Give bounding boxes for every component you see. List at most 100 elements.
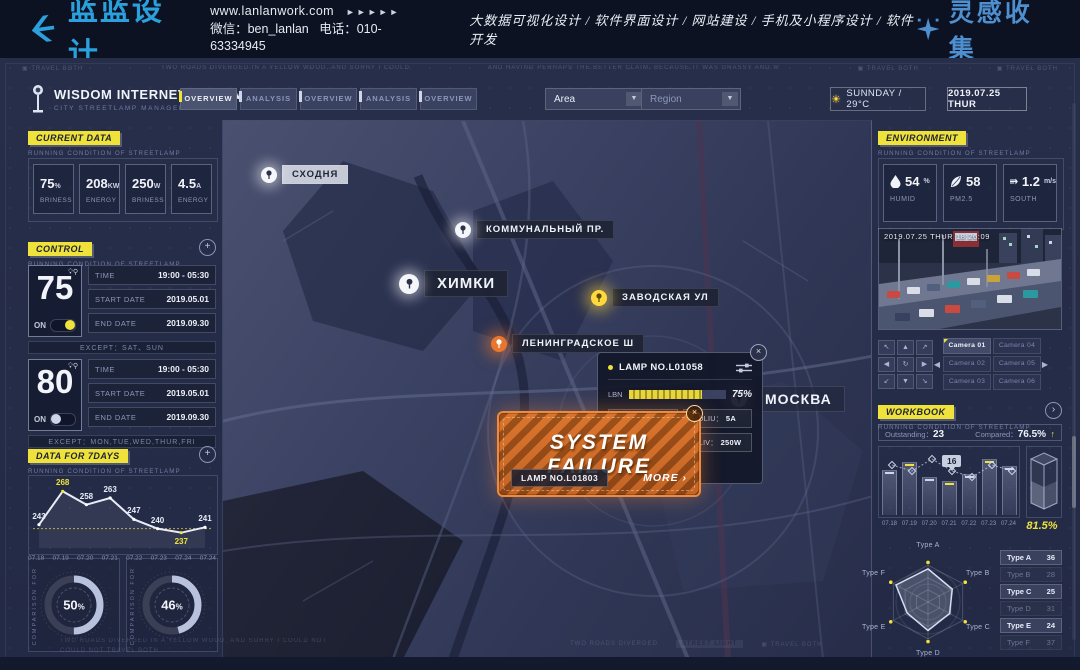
camera-feed[interactable]: 2019.07.25 THUR 18:26:09 [878, 228, 1062, 330]
reset-view-button[interactable]: ↻ [897, 357, 914, 372]
pin-label: МОСКВА [752, 386, 845, 412]
chevron-down-icon[interactable]: ▼ [626, 92, 642, 106]
map-pin-skhodnya[interactable]: СХОДНЯ [261, 165, 348, 184]
pan-up-left-button[interactable]: ↖ [878, 340, 895, 355]
scrollbar-handle[interactable] [1072, 436, 1076, 508]
brightness-progress-bar[interactable] [629, 390, 726, 399]
weather-text: SUNNDAY / 29°C [846, 88, 925, 110]
decor-bottom-left: TWO ROADS DIVERGED IN A YELLOW WOOD, AND… [60, 636, 420, 656]
type-row-d[interactable]: Type D31 [1000, 601, 1062, 616]
collect-text: 灵感收集 [949, 0, 1054, 65]
line-chart-value: 241 [198, 514, 211, 523]
camera-list-prev-icon[interactable]: ◀ [933, 360, 941, 369]
lamp-pin-icon [591, 290, 607, 306]
close-icon[interactable]: × [750, 344, 767, 361]
expand-chart-button[interactable]: + [199, 446, 216, 463]
droplet-icon [890, 175, 901, 188]
close-icon[interactable]: × [686, 405, 703, 422]
type-row-f[interactable]: Type F37 [1000, 635, 1062, 650]
tab-overview-2[interactable]: OVERVIEW [300, 88, 357, 110]
compared-label: Compared： [975, 430, 1018, 439]
pin-label: ЛЕНИНГРАДСКОЕ Ш [512, 334, 644, 353]
add-schedule-button[interactable]: + [199, 239, 216, 256]
pan-down-right-button[interactable]: ↘ [916, 374, 933, 389]
tab-analysis-2[interactable]: ANALYSIS [360, 88, 417, 110]
row-label: TIME [95, 365, 115, 374]
bar-chart-x-axis: 07.1807.1907.2007.2107.2207.2307.24 [878, 521, 1020, 527]
region-dropdown[interactable]: Region ▼ [641, 88, 741, 110]
env-label: HUMID [890, 196, 936, 203]
row-value: 2019.09.30 [166, 412, 209, 422]
leaf-icon [950, 175, 962, 188]
up-arrow-icon: ↑ [1051, 429, 1056, 439]
workbook-expand-button[interactable]: › [1045, 402, 1062, 419]
pan-down-button[interactable]: ▼ [897, 374, 914, 389]
gauge-label: COMPARISON FOR [32, 567, 38, 645]
area-dropdown[interactable]: Area ▼ [545, 88, 645, 110]
lbn-percent: 75% [732, 389, 752, 400]
bar-tooltip: 16 [942, 455, 961, 467]
camera-item-01[interactable]: Camera 01 [943, 338, 991, 354]
type-row-a[interactable]: Type A36 [1000, 550, 1062, 565]
area-dropdown-value: Area [554, 94, 575, 105]
tab-overview-1[interactable]: OVERVIEW [180, 88, 237, 110]
traffic-scene [879, 229, 1061, 329]
power-toggle[interactable] [50, 413, 76, 426]
city-map[interactable]: СХОДНЯ КОММУНАЛЬНЫЙ ПР. ХИМКИ ЗАВОДСКАЯ … [222, 120, 872, 658]
pan-right-button[interactable]: ▶ [916, 357, 933, 372]
cube-percent: 81.5% [1018, 520, 1066, 532]
camera-controls: ↖ ▲ ↗ ◀ ↻ ▶ ↙ ▼ ↘ ◀ Camera 01 Camera 04 … [878, 338, 1062, 390]
contact-info: www.lanlanwork.com ►►►►► 微信：ben_lanlan 电… [210, 3, 424, 55]
brightness-level-box: 💡︎⚲ 80 ON [28, 359, 82, 431]
pan-left-button[interactable]: ◀ [878, 357, 895, 372]
start-date-row[interactable]: START DATE2019.05.01 [88, 289, 216, 309]
camera-item-05[interactable]: Camera 05 [993, 356, 1041, 372]
workbook-bar-chart: 16 [878, 446, 1020, 518]
pin-label: ЗАВОДСКАЯ УЛ [612, 288, 719, 307]
map-pin-kommunalny[interactable]: КОММУНАЛЬНЫЙ ПР. [455, 220, 614, 239]
lamp-pin-icon [399, 274, 419, 294]
env-unit: % [923, 178, 929, 185]
ptz-dpad: ↖ ▲ ↗ ◀ ↻ ▶ ↙ ▼ ↘ [878, 340, 933, 389]
camera-item-03[interactable]: Camera 03 [943, 374, 991, 390]
services-list: 大数据可视化设计 / 软件界面设计 / 网站建设 / 手机及小程序设计 / 软件… [469, 10, 914, 48]
camera-item-04[interactable]: Camera 04 [993, 338, 1041, 354]
stat-label: ENERGY [86, 197, 119, 204]
pan-down-left-button[interactable]: ↙ [878, 374, 895, 389]
decor-quote: AND HAVING PERHAPS THE BETTER CLAIM, BEC… [488, 65, 780, 72]
panel-subtitle: RUNNING CONDITION OF STREETLAMP [878, 150, 1062, 157]
time-row[interactable]: TIME19:00 - 05:30 [88, 265, 216, 285]
tab-overview-3[interactable]: OVERVIEW [420, 88, 477, 110]
panel-subtitle: RUNNING CONDITION OF STREETLAMP [28, 150, 216, 157]
camera-item-06[interactable]: Camera 06 [993, 374, 1041, 390]
map-pin-zavodskaya[interactable]: ЗАВОДСКАЯ УЛ [591, 288, 719, 307]
env-unit: m/s [1044, 178, 1056, 185]
type-row-b[interactable]: Type B28 [1000, 567, 1062, 582]
lamp-mini-icon: 💡︎⚲ [68, 362, 78, 371]
radar-axis-label: Type B [966, 570, 990, 577]
map-pin-leningradskoe[interactable]: ЛЕНИНГРАДСКОЕ Ш [491, 334, 644, 353]
end-date-row[interactable]: END DATE2019.09.30 [88, 313, 216, 333]
time-row[interactable]: TIME 19:00 - 05:30 [88, 359, 216, 379]
streetlamp-icon [30, 84, 46, 114]
inspiration-collect[interactable]: 灵感收集 [915, 0, 1055, 65]
camera-list-next-icon[interactable]: ▶ [1041, 360, 1049, 369]
website-link[interactable]: www.lanlanwork.com [210, 4, 334, 18]
more-button[interactable]: MORE › [643, 472, 687, 484]
camera-item-02[interactable]: Camera 02 [943, 356, 991, 372]
chevron-down-icon[interactable]: ▼ [722, 92, 738, 106]
map-pin-khimki[interactable]: ХИМКИ [399, 270, 508, 297]
vertical-scrollbar[interactable] [1072, 103, 1076, 640]
sliders-icon[interactable] [736, 363, 752, 373]
power-toggle[interactable] [50, 319, 76, 332]
status-dot [608, 365, 613, 370]
type-row-e[interactable]: Type E24 [1000, 618, 1062, 633]
end-date-row[interactable]: END DATE2019.09.30 [88, 407, 216, 427]
row-value: 19:00 - 05:30 [158, 364, 209, 374]
pan-up-button[interactable]: ▲ [897, 340, 914, 355]
tab-analysis-1[interactable]: ANALYSIS [240, 88, 297, 110]
pan-up-right-button[interactable]: ↗ [916, 340, 933, 355]
bottom-status-bar [0, 657, 1080, 670]
type-row-c[interactable]: Type C25 [1000, 584, 1062, 599]
start-date-row[interactable]: START DATE2019.05.01 [88, 383, 216, 403]
